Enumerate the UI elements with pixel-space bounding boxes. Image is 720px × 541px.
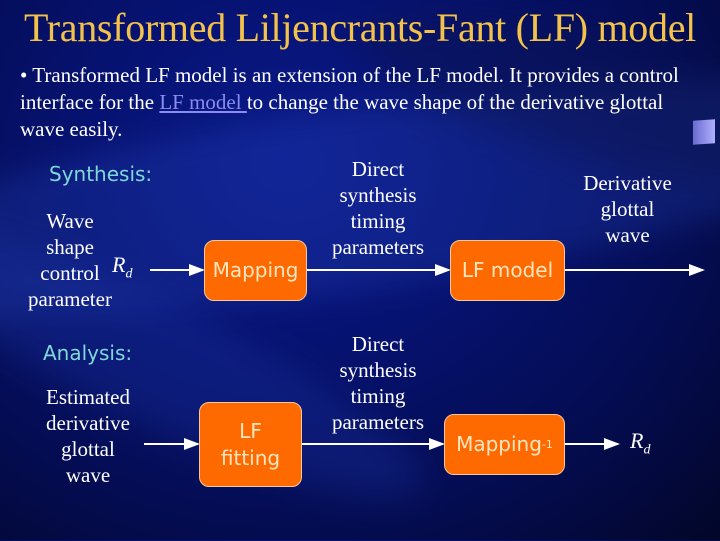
synthesis-input-label: Wave shape control parameter — [18, 208, 122, 312]
label-line: Direct — [351, 332, 405, 356]
synthesis-label: Synthesis: — [49, 162, 153, 186]
rd-letter: R — [630, 428, 644, 453]
label-line: glottal — [600, 197, 655, 221]
box-superscript: -1 — [541, 438, 553, 451]
lf-model-box: LF model — [450, 240, 565, 301]
box-line: LF — [239, 418, 262, 443]
label-line: parameters — [331, 235, 425, 259]
label-line: synthesis — [339, 358, 417, 382]
label-line: parameters — [331, 410, 425, 434]
synthesis-mid-label: Direct synthesis timing parameters — [318, 156, 438, 260]
analysis-input-label: Estimated derivative glottal wave — [30, 384, 146, 488]
label-line: Estimated — [46, 385, 130, 409]
label-line: timing — [350, 209, 406, 233]
label-line: Direct — [351, 157, 405, 181]
mapping-inverse-box: Mapping -1 — [444, 414, 565, 475]
rd-symbol: Rd — [112, 252, 132, 287]
analysis-mid-label: Direct synthesis timing parameters — [318, 331, 438, 435]
label-line: Derivative — [583, 171, 672, 195]
label-line: shape — [46, 235, 94, 259]
box-line: fitting — [220, 445, 281, 470]
label-line: wave — [605, 223, 650, 247]
rd-output-symbol: Rd — [630, 428, 650, 463]
label-line: parameter — [28, 287, 112, 311]
box-label: Mapping — [456, 432, 542, 456]
label-line: Wave — [46, 209, 94, 233]
rd-letter: R — [112, 252, 126, 277]
rd-subscript: d — [643, 442, 651, 458]
rd-subscript: d — [125, 266, 133, 282]
label-line: glottal — [61, 437, 115, 461]
label-line: control — [40, 261, 100, 285]
mapping-box: Mapping — [204, 240, 307, 301]
label-line: synthesis — [339, 183, 417, 207]
label-line: wave — [65, 463, 111, 487]
synthesis-output-label: Derivative glottal wave — [565, 170, 690, 248]
label-line: timing — [350, 384, 406, 408]
analysis-label: Analysis: — [43, 341, 133, 365]
lf-fitting-box: LF fitting — [199, 402, 302, 487]
label-line: derivative — [46, 411, 130, 435]
